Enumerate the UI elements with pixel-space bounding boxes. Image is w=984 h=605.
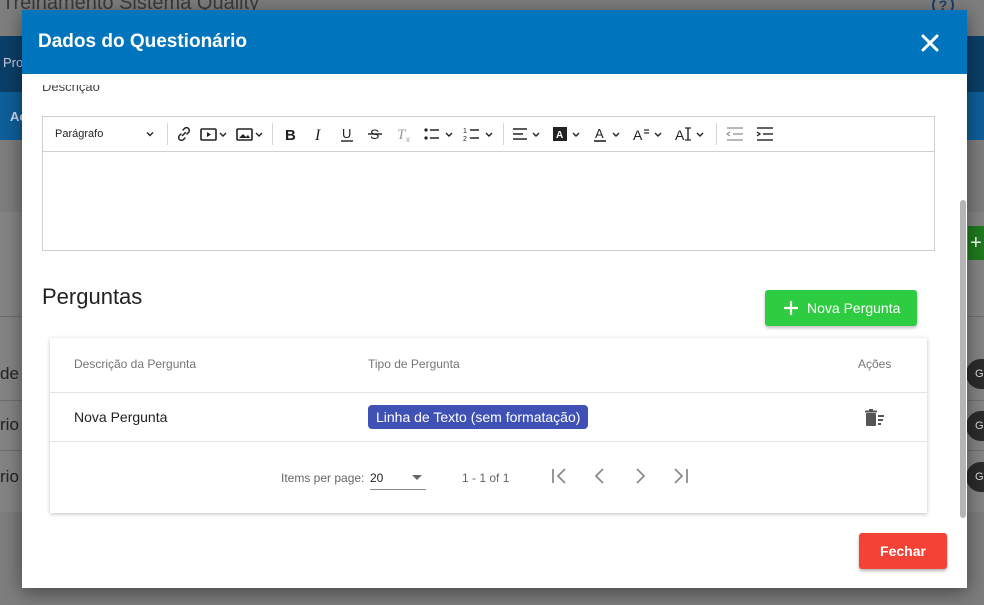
align-icon[interactable] — [508, 121, 548, 147]
dialog-scrollbar[interactable] — [960, 200, 966, 518]
bold-icon[interactable]: B — [277, 121, 305, 147]
first-page-icon[interactable] — [548, 464, 572, 488]
dialog-title: Dados do Questionário — [38, 31, 248, 52]
svg-text:A: A — [595, 126, 604, 141]
svg-text:2: 2 — [463, 136, 467, 143]
previous-page-icon[interactable] — [588, 464, 612, 488]
background-row-text: rio — [0, 415, 19, 434]
description-label: Descrição — [42, 85, 100, 94]
font-size-icon[interactable]: A — [628, 121, 670, 147]
paragraph-select-value: Parágrafo — [55, 128, 104, 140]
row-divider — [50, 441, 927, 442]
image-icon[interactable] — [232, 121, 268, 147]
chevron-down-icon — [146, 132, 154, 137]
text-case-icon[interactable]: A — [670, 121, 712, 147]
italic-icon[interactable]: I — [305, 121, 333, 147]
column-header-type: Tipo de Pergunta — [368, 357, 460, 371]
column-header-description: Descrição da Pergunta — [74, 357, 197, 371]
items-per-page-select[interactable]: 20 — [370, 464, 426, 490]
last-page-icon[interactable] — [668, 464, 692, 488]
paragraph-select[interactable]: Parágrafo — [43, 122, 163, 146]
dialog-header: Dados do Questionário — [22, 10, 967, 74]
close-icon[interactable] — [917, 30, 943, 56]
question-description-cell: Nova Pergunta — [74, 409, 168, 425]
description-editor[interactable] — [42, 152, 935, 251]
svg-text:1: 1 — [463, 128, 467, 135]
bullet-list-icon[interactable] — [419, 121, 459, 147]
add-question-button[interactable]: Nova Pergunta — [765, 290, 917, 326]
toolbar-divider — [503, 123, 504, 145]
clear-format-icon[interactable]: Tx — [389, 121, 419, 147]
highlight-color-icon[interactable]: A — [548, 121, 588, 147]
background-nav-item: Pro — [3, 55, 24, 70]
pagination-range: 1 - 1 of 1 — [462, 471, 510, 485]
items-per-page-label: Items per page: — [281, 471, 365, 485]
header-divider — [50, 392, 927, 393]
link-icon[interactable] — [172, 121, 196, 147]
background-row-text: rio — [0, 467, 19, 486]
svg-text:U: U — [342, 126, 351, 141]
delete-sweep-icon[interactable] — [864, 407, 886, 429]
dropdown-arrow-icon — [412, 475, 422, 480]
underline-icon[interactable]: U — [333, 121, 361, 147]
numbered-list-icon[interactable]: 12 — [459, 121, 499, 147]
svg-text:B: B — [285, 127, 296, 143]
toolbar-divider — [716, 123, 717, 145]
questions-section-title: Perguntas — [42, 284, 143, 309]
svg-text:A: A — [633, 127, 643, 143]
svg-text:A: A — [675, 127, 685, 143]
background-row-text: de — [0, 364, 19, 383]
background-add-button: + — [968, 226, 984, 260]
column-header-actions: Ações — [858, 357, 892, 371]
svg-text:x: x — [406, 135, 410, 143]
questionnaire-dialog: Dados do Questionário Descrição Parágraf… — [22, 10, 967, 588]
outdent-icon[interactable] — [721, 121, 751, 147]
plus-icon — [784, 301, 798, 315]
font-color-icon[interactable]: A — [588, 121, 628, 147]
next-page-icon[interactable] — [628, 464, 652, 488]
editor-toolbar: Parágrafo B I U S Tx 1 2 A A A A — [42, 116, 935, 152]
video-icon[interactable] — [196, 121, 232, 147]
items-per-page-value: 20 — [370, 471, 384, 485]
close-dialog-button[interactable]: Fechar — [859, 533, 947, 569]
svg-text:A: A — [556, 130, 563, 141]
question-type-chip: Linha de Texto (sem formatação) — [368, 405, 589, 429]
toolbar-divider — [272, 123, 273, 145]
strikethrough-icon[interactable]: S — [361, 121, 389, 147]
add-question-label: Nova Pergunta — [807, 300, 901, 316]
svg-text:I: I — [314, 127, 321, 143]
indent-icon[interactable] — [751, 121, 781, 147]
questions-table: Descrição da Pergunta Tipo de Pergunta A… — [50, 338, 927, 513]
toolbar-divider — [167, 123, 168, 145]
